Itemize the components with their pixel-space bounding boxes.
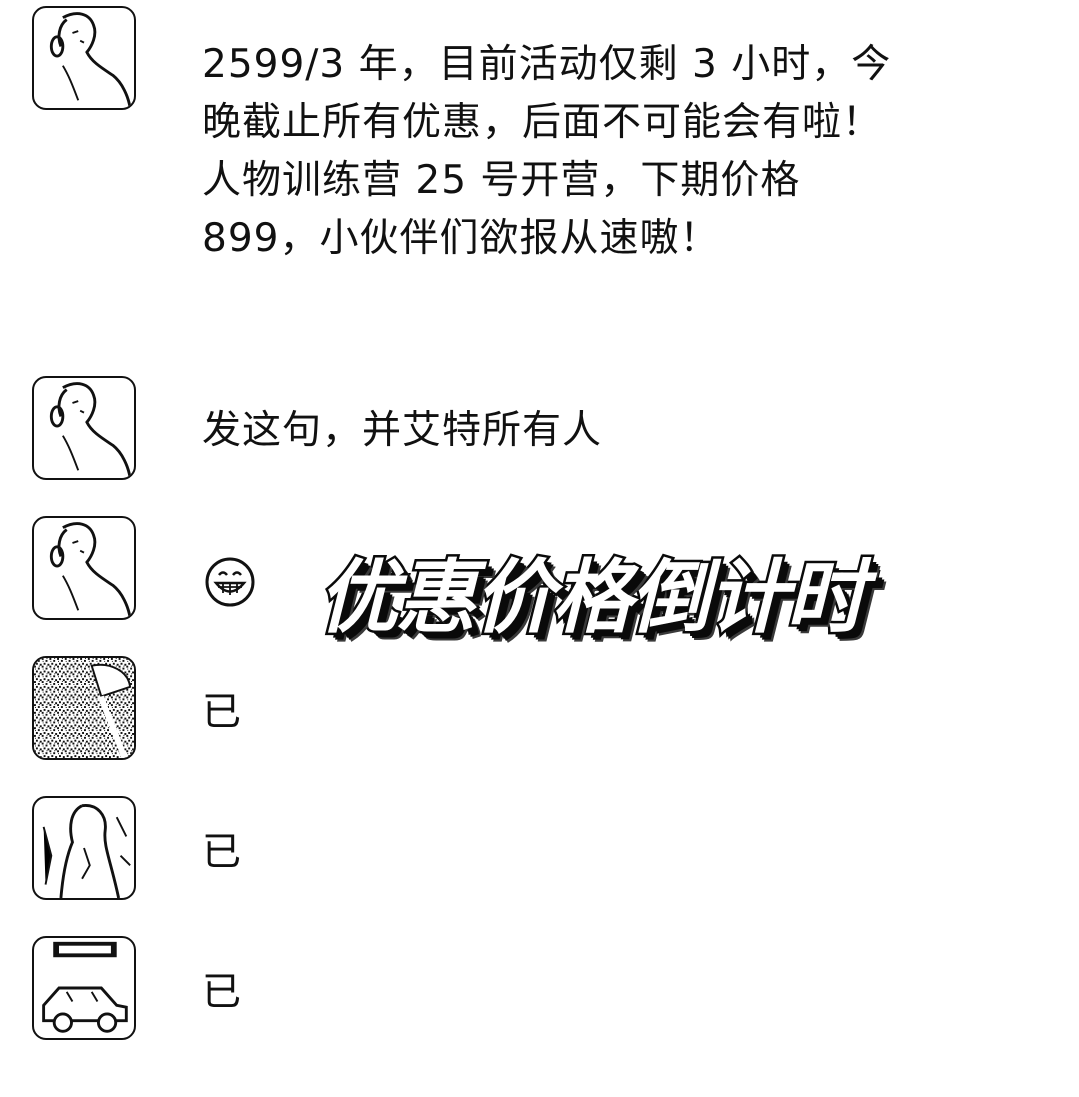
message-text: 已 <box>202 970 243 1015</box>
avatar[interactable] <box>32 796 136 900</box>
woman-portrait-avatar-icon <box>49 12 132 108</box>
avatar[interactable] <box>32 6 136 110</box>
woman-portrait-avatar-icon <box>49 522 132 618</box>
avatar[interactable] <box>32 656 136 760</box>
avatar[interactable] <box>32 376 136 480</box>
girl-photo-avatar-icon <box>42 804 131 898</box>
avatar[interactable] <box>32 516 136 620</box>
car-illustration-avatar-icon <box>42 941 128 1033</box>
message-text: 已 <box>202 830 243 875</box>
avatar[interactable] <box>32 936 136 1040</box>
noisy-photo-avatar-icon <box>34 658 134 758</box>
woman-portrait-avatar-icon <box>49 382 132 478</box>
message-text: 已 <box>202 690 243 735</box>
grinning-face-icon <box>205 557 255 607</box>
message-text: 发这句，并艾特所有人 <box>202 408 603 453</box>
message-text: 2599/3 年，目前活动仅剩 3 小时，今晚截止所有优惠，后面不可能会有啦！人… <box>202 42 892 261</box>
countdown-overlay-title: 优惠价格倒计时 <box>316 549 869 647</box>
